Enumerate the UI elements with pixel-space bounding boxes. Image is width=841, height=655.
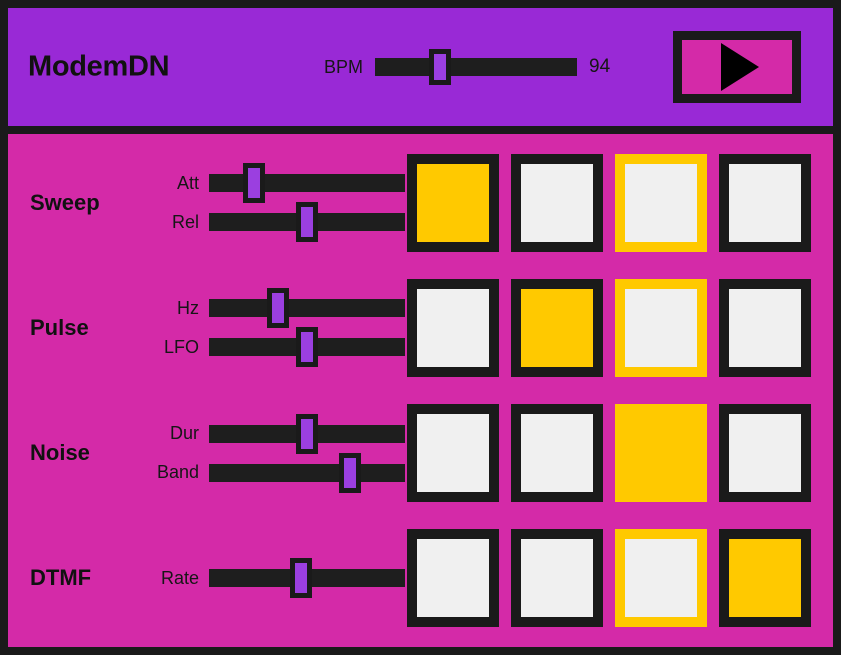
bpm-slider[interactable] [375, 49, 578, 85]
step-cell[interactable] [511, 278, 603, 377]
track-name-pulse: Pulse [30, 314, 89, 340]
dtmf-rate-slider-thumb[interactable] [290, 558, 313, 599]
track-row: Sweep Att Rel [8, 150, 833, 256]
control-label-band: Band [156, 462, 199, 483]
step-cell[interactable] [407, 529, 499, 628]
step-cell[interactable] [511, 529, 603, 628]
control-line: Att [151, 163, 405, 204]
control-line: LFO [151, 327, 405, 368]
step-cell[interactable] [719, 153, 811, 252]
track-name-noise: Noise [30, 440, 90, 466]
control-label-att: Att [176, 172, 199, 193]
track-controls: Att Rel [151, 163, 405, 243]
control-line: Band [151, 452, 405, 493]
step-cell[interactable] [719, 529, 811, 628]
bpm-control-group: BPM 94 [324, 49, 615, 85]
header-bar: ModemDN BPM 94 [8, 8, 833, 126]
track-controls: Dur Band [151, 413, 405, 493]
step-row [401, 278, 833, 377]
sweep-rel-slider-thumb[interactable] [296, 202, 318, 243]
control-label-hz: Hz [177, 297, 199, 318]
play-button[interactable] [673, 31, 801, 103]
track-controls: Hz LFO [151, 288, 405, 368]
pulse-lfo-slider-thumb[interactable] [296, 327, 318, 368]
track-row: Pulse Hz LFO [8, 275, 833, 381]
step-row [401, 153, 833, 252]
step-row [401, 404, 833, 503]
pulse-lfo-slider[interactable] [209, 327, 405, 368]
bpm-label: BPM [324, 56, 364, 77]
sweep-att-slider[interactable] [209, 163, 405, 204]
play-triangle-icon [721, 43, 759, 91]
control-line: Dur [151, 413, 405, 454]
control-label-rel: Rel [171, 211, 199, 232]
control-label-rate: Rate [160, 567, 199, 588]
control-label-dur: Dur [169, 423, 199, 444]
step-cell[interactable] [407, 404, 499, 503]
step-cell[interactable] [407, 153, 499, 252]
step-cell[interactable] [615, 529, 707, 628]
control-line: Rate [151, 558, 405, 599]
step-cell[interactable] [511, 153, 603, 252]
dtmf-rate-slider[interactable] [209, 558, 405, 599]
noise-dur-slider-thumb[interactable] [296, 413, 318, 454]
step-cell[interactable] [719, 278, 811, 377]
noise-band-slider[interactable] [209, 452, 405, 493]
sweep-rel-slider[interactable] [209, 202, 405, 243]
track-name-sweep: Sweep [30, 189, 100, 215]
step-cell[interactable] [615, 278, 707, 377]
step-cell[interactable] [407, 278, 499, 377]
step-cell[interactable] [615, 404, 707, 503]
step-cell[interactable] [615, 153, 707, 252]
bpm-slider-thumb[interactable] [428, 49, 451, 85]
track-row: Noise Dur Band [8, 400, 833, 506]
bpm-value: 94 [589, 56, 611, 77]
pulse-hz-slider[interactable] [209, 288, 405, 329]
control-label-lfo: LFO [163, 336, 199, 357]
sweep-att-slider-thumb[interactable] [243, 163, 266, 204]
sequencer-grid: Sweep Att Rel Pulse Hz LFO Noise Dur Band DTMF Rat… [8, 134, 833, 647]
step-cell[interactable] [511, 404, 603, 503]
track-name-dtmf: DTMF [30, 565, 92, 591]
control-line: Hz [151, 288, 405, 329]
step-cell[interactable] [719, 404, 811, 503]
noise-dur-slider[interactable] [209, 413, 405, 454]
modem-dn-window: ModemDN BPM 94 Sweep Att Rel Pulse Hz LFO Nois… [0, 0, 841, 655]
page-title: ModemDN [28, 50, 170, 83]
track-controls: Rate [151, 558, 405, 599]
pulse-hz-slider-thumb[interactable] [266, 288, 289, 329]
control-line: Rel [151, 202, 405, 243]
step-row [401, 529, 833, 628]
noise-band-slider-thumb[interactable] [339, 452, 362, 493]
track-row: DTMF Rate [8, 525, 833, 631]
